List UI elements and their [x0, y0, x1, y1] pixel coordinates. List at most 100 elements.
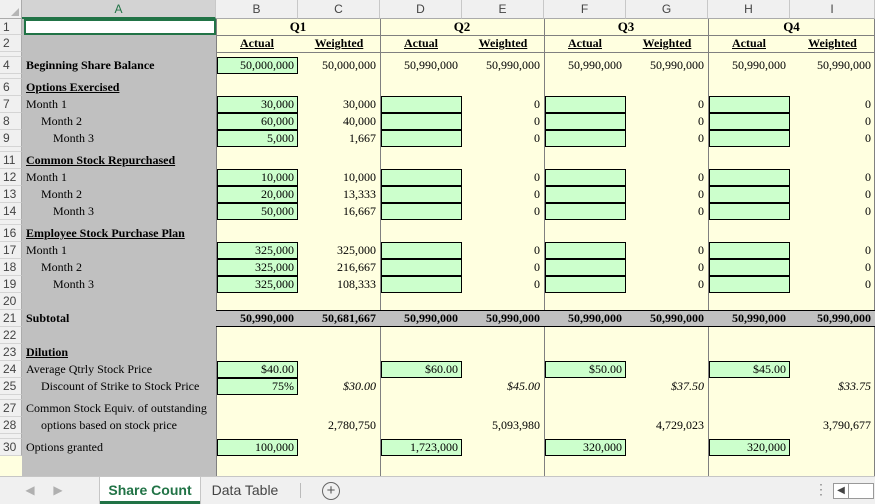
cell-d4[interactable]: 50,990,000 [380, 57, 462, 74]
input-cell[interactable] [709, 242, 790, 259]
column-header-h[interactable]: H [708, 0, 790, 19]
cell-b18[interactable]: 325,000 [216, 259, 298, 276]
cell-i18[interactable]: 0 [790, 259, 875, 276]
cell-h21[interactable]: 50,990,000 [708, 310, 790, 327]
cell-i25[interactable]: $33.75 [790, 378, 875, 395]
input-cell[interactable] [545, 186, 626, 203]
cell-g19[interactable]: 0 [626, 276, 708, 293]
select-all-corner[interactable] [0, 0, 22, 19]
cell-i9[interactable]: 0 [790, 130, 875, 147]
cell-b24[interactable]: $40.00 [216, 361, 298, 378]
cell-g7[interactable]: 0 [626, 96, 708, 113]
cell-c28[interactable]: 2,780,750 [298, 417, 380, 434]
input-cell[interactable] [709, 186, 790, 203]
row-label[interactable]: Month 2 [41, 113, 231, 130]
cell-h4[interactable]: 50,990,000 [708, 57, 790, 74]
column-header-c[interactable]: C [298, 0, 380, 19]
input-cell[interactable] [381, 130, 462, 147]
input-cell[interactable] [381, 242, 462, 259]
more-options-icon[interactable]: ⋮ [814, 481, 829, 498]
cell-g8[interactable]: 0 [626, 113, 708, 130]
row-label[interactable]: Employee Stock Purchase Plan [26, 225, 216, 242]
cell-b25[interactable]: 75% [216, 378, 298, 395]
input-cell[interactable] [545, 169, 626, 186]
cell-e4[interactable]: 50,990,000 [462, 57, 544, 74]
cell-c7[interactable]: 30,000 [298, 96, 380, 113]
input-cell[interactable] [381, 203, 462, 220]
cell-c21[interactable]: 50,681,667 [298, 310, 380, 327]
cell-h24[interactable]: $45.00 [708, 361, 790, 378]
cell-c4[interactable]: 50,000,000 [298, 57, 380, 74]
cell-g17[interactable]: 0 [626, 242, 708, 259]
row-header-9[interactable]: 9 [0, 130, 22, 147]
cell-g9[interactable]: 0 [626, 130, 708, 147]
input-cell[interactable] [545, 113, 626, 130]
cell-c12[interactable]: 10,000 [298, 169, 380, 186]
cell-g12[interactable]: 0 [626, 169, 708, 186]
cell-f21[interactable]: 50,990,000 [544, 310, 626, 327]
cell-b13[interactable]: 20,000 [216, 186, 298, 203]
row-header-14[interactable]: 14 [0, 203, 22, 220]
row-header-24[interactable]: 24 [0, 361, 22, 378]
row-header-12[interactable]: 12 [0, 169, 22, 186]
spreadsheet-grid[interactable]: ABCDEFGHI 1 2 4 6 7 8 9 11 12 13 14 16 17 18 19 20 21 22 2… [0, 0, 875, 476]
cell-e7[interactable]: 0 [462, 96, 544, 113]
add-sheet-icon[interactable]: + [322, 482, 340, 500]
cell-c13[interactable]: 13,333 [298, 186, 380, 203]
row-header-17[interactable]: 17 [0, 242, 22, 259]
cell-i19[interactable]: 0 [790, 276, 875, 293]
input-cell[interactable] [709, 96, 790, 113]
row-label[interactable]: Subtotal [26, 310, 216, 327]
cell-i8[interactable]: 0 [790, 113, 875, 130]
row-label[interactable]: Month 3 [53, 203, 243, 220]
input-cell[interactable] [381, 186, 462, 203]
cell-i14[interactable]: 0 [790, 203, 875, 220]
input-cell[interactable] [709, 203, 790, 220]
cell-e9[interactable]: 0 [462, 130, 544, 147]
cell-e14[interactable]: 0 [462, 203, 544, 220]
cell-b12[interactable]: 10,000 [216, 169, 298, 186]
cell-b30[interactable]: 100,000 [216, 439, 298, 456]
column-header-b[interactable]: B [216, 0, 298, 19]
row-label[interactable]: Common Stock Equiv. of outstanding [26, 400, 216, 417]
cell-f24[interactable]: $50.00 [544, 361, 626, 378]
cell-e21[interactable]: 50,990,000 [462, 310, 544, 327]
row-header-1[interactable]: 1 [0, 19, 22, 35]
cell-i13[interactable]: 0 [790, 186, 875, 203]
row-header-21[interactable]: 21 [0, 310, 22, 327]
input-cell[interactable] [381, 96, 462, 113]
cell-e19[interactable]: 0 [462, 276, 544, 293]
row-label[interactable]: Average Qtrly Stock Price [26, 361, 216, 378]
scroll-left-icon[interactable]: ◀ [833, 483, 849, 499]
row-header-4[interactable]: 4 [0, 57, 22, 74]
row-header-8[interactable]: 8 [0, 113, 22, 130]
row-label[interactable]: options based on stock price [41, 417, 231, 434]
cell-e28[interactable]: 5,093,980 [462, 417, 544, 434]
row-label[interactable]: Month 2 [41, 259, 231, 276]
row-header-27[interactable]: 27 [0, 400, 22, 417]
input-cell[interactable] [709, 276, 790, 293]
row-header-16[interactable]: 16 [0, 225, 22, 242]
cell-h30[interactable]: 320,000 [708, 439, 790, 456]
cell-b17[interactable]: 325,000 [216, 242, 298, 259]
row-header-22[interactable]: 22 [0, 327, 22, 344]
row-label[interactable]: Month 3 [53, 276, 243, 293]
cell-i12[interactable]: 0 [790, 169, 875, 186]
cell-b14[interactable]: 50,000 [216, 203, 298, 220]
prev-sheet-icon[interactable]: ◀ [22, 481, 38, 499]
row-label[interactable]: Options granted [26, 439, 216, 456]
row-label[interactable]: Beginning Share Balance [26, 57, 216, 74]
row-label[interactable]: Month 1 [26, 169, 216, 186]
cell-g18[interactable]: 0 [626, 259, 708, 276]
input-cell[interactable] [545, 203, 626, 220]
column-header-i[interactable]: I [790, 0, 875, 19]
cell-b4[interactable]: 50,000,000 [216, 57, 298, 74]
row-header-20[interactable]: 20 [0, 293, 22, 310]
row-header-23[interactable]: 23 [0, 344, 22, 361]
input-cell[interactable] [709, 259, 790, 276]
input-cell[interactable] [381, 276, 462, 293]
row-label[interactable]: Options Exercised [26, 79, 216, 96]
row-label[interactable]: Month 1 [26, 242, 216, 259]
cell-e12[interactable]: 0 [462, 169, 544, 186]
cell-g4[interactable]: 50,990,000 [626, 57, 708, 74]
